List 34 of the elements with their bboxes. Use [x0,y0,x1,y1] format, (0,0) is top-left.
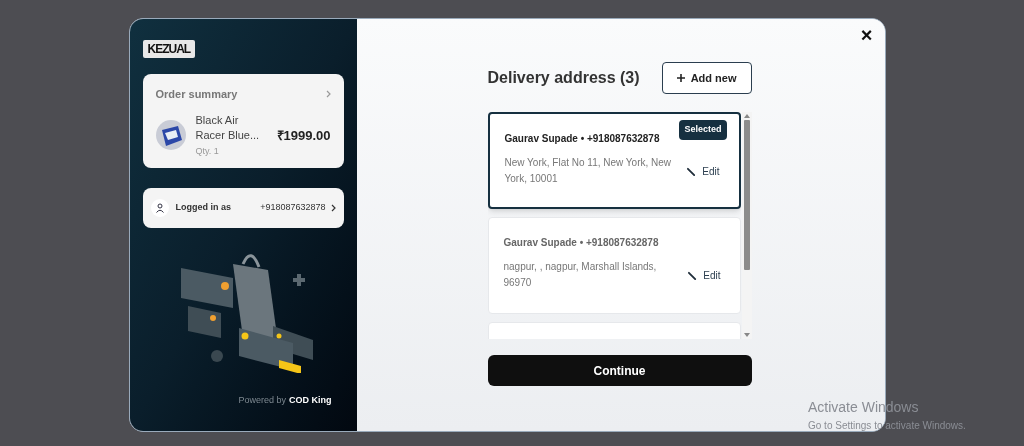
powered-by-text: Powered by [238,393,286,407]
add-new-button[interactable]: Add new [661,62,752,94]
product-name: Black Air Racer Blue... [195,112,261,143]
product-thumbnail [155,120,186,151]
address-card[interactable]: Gaurav Supade • +918087632878 nagpur, , nagpur, Marshall Islands, 96970 Edit [487,217,741,314]
activation-message: Go to Settings to activate Windows. [808,419,966,433]
close-button[interactable]: × [860,25,873,45]
continue-button[interactable]: Continue [487,355,752,386]
brand-logo: KEZUAL [142,40,196,58]
chevron-right-icon [325,90,331,99]
edit-button[interactable]: Edit [687,163,720,179]
address-card[interactable]: Selected Gaurav Supade • +918087632878 New York, Flat No 11, New York, New York, 10001 Edit [487,112,741,209]
edit-button[interactable]: Edit [688,267,721,283]
powered-by-brand: COD King [289,393,332,407]
quantity-text: Qty. 1 [195,144,220,158]
scroll-down-icon[interactable] [743,331,750,339]
plus-icon [676,74,685,82]
logged-in-label: Logged in as [175,201,231,215]
address-text: New York, Flat No 11, New York, New York, 10001 [504,156,673,186]
logged-in-card[interactable]: Logged in as +918087632878 [142,188,344,228]
address-contact: Gaurav Supade • +918087632878 [504,132,661,146]
address-contact: Gaurav Supade • +918087632878 [503,236,660,250]
logged-in-phone: +918087632878 [260,201,326,215]
chevron-right-icon [330,204,336,212]
order-summary-card[interactable]: Order summary Black Air Racer Blue... Qty. 1 ₹1999.00 [142,74,344,168]
order-price: ₹1999.00 [276,126,331,145]
delivery-address-title: Delivery address (3) [487,68,640,88]
address-text: nagpur, , nagpur, Marshall Islands, 96970 [503,260,658,290]
order-summary-title: Order summary [155,87,238,102]
user-icon [150,199,169,217]
pencil-icon [688,270,698,280]
pencil-icon [687,166,697,176]
scroll-up-icon[interactable] [743,112,750,120]
selected-badge: Selected [679,120,727,140]
